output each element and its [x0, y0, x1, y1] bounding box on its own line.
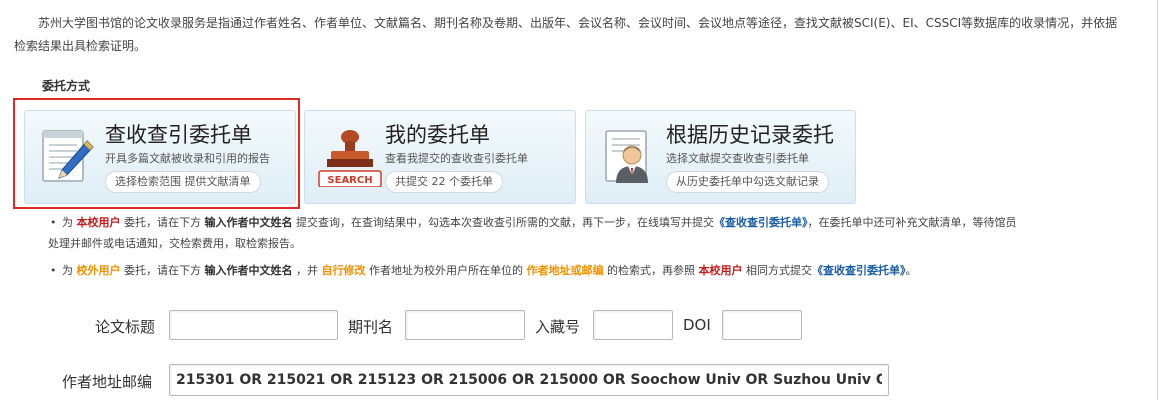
label-accession-number: 入藏号: [535, 318, 581, 336]
card-subtitle: 选择文献提交查收查引委托单: [666, 152, 809, 165]
note-text: 相同方式提交: [742, 264, 812, 277]
card-my-requests[interactable]: SEARCH 我的委托单 查看我提交的查收查引委托单 共提交 22 个委托单: [304, 110, 576, 204]
highlight-local-user: 本校用户: [76, 216, 121, 229]
note-line-2: 处理并邮件或电话通知，交检索费用，取检索报告。: [48, 237, 301, 250]
author-address-zip-input[interactable]: [169, 364, 889, 396]
stamp-text: SEARCH: [327, 175, 372, 186]
card-subtitle: 查看我提交的查收查引委托单: [385, 152, 528, 165]
card-title: 查收查引委托单: [105, 123, 252, 147]
intro-line-1: 苏州大学图书馆的论文收录服务是指通过作者姓名、作者单位、文献篇名、期刊名称及卷期…: [38, 16, 1118, 30]
note-text: 。: [905, 264, 917, 277]
doi-input[interactable]: [722, 310, 802, 340]
paper-title-input[interactable]: [169, 310, 338, 340]
accession-number-input[interactable]: [593, 310, 673, 340]
highlight-address-zip: 作者地址或邮编: [526, 264, 604, 277]
note-text: 的检索式，再参照: [603, 264, 699, 277]
intro-line-2: 检索结果出具检索证明。: [14, 39, 147, 53]
bullet-icon: •: [50, 216, 57, 229]
note-text: ，在委托单中还可补充文献清单，等待馆员: [807, 216, 1017, 229]
note-text: 为: [62, 216, 77, 229]
card-subtitle: 开具多篇文献被收录和引用的报告: [105, 152, 270, 165]
search-stamp-icon: SEARCH: [317, 125, 382, 188]
bullet-icon: •: [50, 264, 57, 277]
note-text: 提交查询，在查询结果中，勾选本次查收查引所需的文献，再下一步，在线填写并提交: [292, 216, 714, 229]
link-request-form[interactable]: 《查收查引委托单》: [714, 216, 808, 229]
card-title: 我的委托单: [385, 123, 490, 147]
label-doi: DOI: [683, 316, 711, 334]
card-action-pill[interactable]: 共提交 22 个委托单: [385, 171, 503, 193]
section-label-delegation-method: 委托方式: [42, 79, 91, 93]
note-text: 委托，请在下方: [120, 264, 205, 277]
emphasis-author-name: 输入作者中文姓名: [204, 264, 293, 277]
instructions-list: • 为 本校用户 委托，请在下方 输入作者中文姓名 提交查询，在查询结果中，勾选…: [48, 212, 1142, 287]
card-title: 根据历史记录委托: [666, 123, 834, 147]
note-text: 作者地址为校外用户所在单位的: [365, 264, 527, 277]
label-paper-title: 论文标题: [95, 318, 156, 336]
highlight-external-user: 校外用户: [76, 264, 121, 277]
card-history-request[interactable]: 根据历史记录委托 选择文献提交查收查引委托单 从历史委托单中勾选文献记录: [585, 110, 856, 204]
journal-input[interactable]: [405, 310, 525, 340]
highlight-local-user: 本校用户: [698, 264, 743, 277]
label-journal: 期刊名: [348, 318, 394, 336]
label-author-address-zip: 作者地址邮编: [62, 373, 153, 391]
card-create-request[interactable]: 查收查引委托单 开具多篇文献被收录和引用的报告 选择检索范围 提供文献清单: [24, 110, 296, 204]
instruction-external-user: • 为 校外用户 委托，请在下方 输入作者中文姓名 ，并 自行修改 作者地址为校…: [50, 260, 1142, 281]
highlight-self-edit: 自行修改: [321, 264, 366, 277]
person-document-icon: [598, 125, 660, 187]
card-action-pill[interactable]: 从历史委托单中勾选文献记录: [666, 171, 829, 193]
document-pen-icon: [37, 125, 99, 187]
note-text: ，并: [292, 264, 322, 277]
emphasis-author-name: 输入作者中文姓名: [204, 216, 293, 229]
instruction-local-user: • 为 本校用户 委托，请在下方 输入作者中文姓名 提交查询，在查询结果中，勾选…: [48, 212, 1142, 254]
link-request-form[interactable]: 《查收查引委托单》: [812, 264, 906, 277]
note-text: 委托，请在下方: [120, 216, 205, 229]
card-action-pill[interactable]: 选择检索范围 提供文献清单: [105, 171, 261, 193]
note-text: 为: [62, 264, 77, 277]
intro-text: 苏州大学图书馆的论文收录服务是指通过作者姓名、作者单位、文献篇名、期刊名称及卷期…: [14, 12, 1144, 58]
